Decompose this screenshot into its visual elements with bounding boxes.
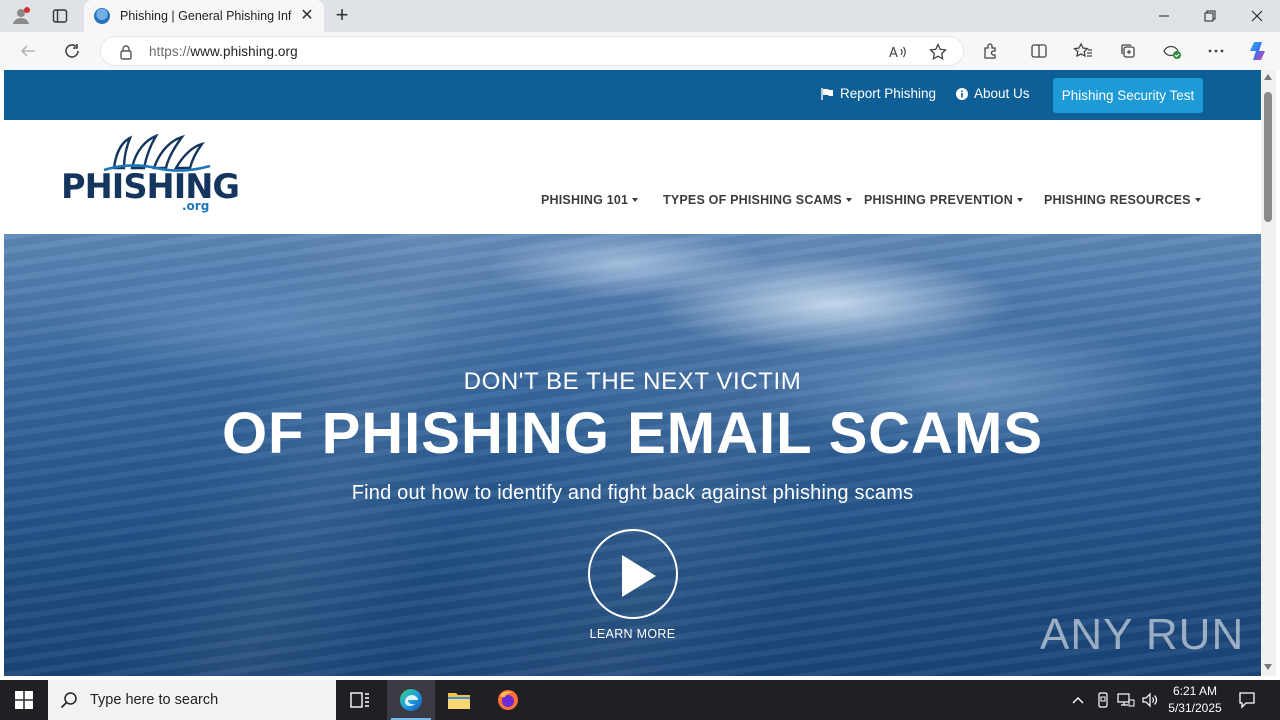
play-video-button[interactable]	[588, 529, 678, 619]
firefox-icon[interactable]	[484, 680, 532, 720]
address-bar[interactable]: https://www.phishing.org A	[100, 36, 964, 66]
anyrun-watermark-text: ANY RUN	[1040, 610, 1245, 659]
search-icon	[60, 692, 77, 709]
tray-device-icon[interactable]	[1093, 690, 1113, 710]
caret-down-icon	[632, 198, 639, 202]
favorite-star-icon[interactable]	[927, 42, 949, 62]
caret-down-icon	[1016, 198, 1023, 202]
utility-bar: Report Phishing About Us Phishing Securi…	[4, 70, 1261, 120]
hero-banner: DON'T BE THE NEXT VICTIM OF PHISHING EMA…	[4, 234, 1261, 676]
tab-actions-icon[interactable]	[47, 4, 73, 28]
task-view-icon[interactable]	[336, 680, 384, 720]
play-icon	[622, 555, 656, 597]
about-us-link[interactable]: About Us	[956, 86, 1030, 101]
windows-taskbar: Type here to search 6:21 AM 5/31/2025	[0, 680, 1280, 720]
settings-more-icon[interactable]	[1204, 40, 1228, 62]
page-scrollbar[interactable]	[1261, 70, 1276, 676]
close-window-icon[interactable]	[1234, 0, 1280, 32]
windows-start-icon[interactable]	[0, 680, 48, 720]
report-phishing-link[interactable]: Report Phishing	[821, 86, 936, 101]
hero-title: OF PHISHING EMAIL SCAMS	[221, 401, 1044, 466]
hero-kicker: DON'T BE THE NEXT VICTIM	[463, 368, 802, 395]
extensions-icon[interactable]	[979, 40, 1003, 62]
info-icon	[956, 87, 968, 100]
phishing-security-test-button[interactable]: Phishing Security Test	[1053, 78, 1203, 113]
scrollbar-thumb[interactable]	[1264, 92, 1272, 222]
tab-close-icon[interactable]: ✕	[298, 7, 316, 25]
anyrun-watermark: ANY RUN	[1040, 610, 1244, 660]
clock-time: 6:21 AM	[1172, 684, 1218, 698]
tab-title: Phishing | General Phishing Information	[120, 9, 292, 23]
caret-down-icon	[845, 198, 852, 202]
minimize-icon[interactable]	[1141, 0, 1187, 32]
clock-date: 5/31/2025	[1168, 701, 1222, 715]
tray-overflow-chevron-icon[interactable]	[1068, 690, 1088, 710]
menu-phishing-101[interactable]: PHISHING 101	[541, 193, 639, 207]
browser-essentials-icon[interactable]	[1160, 40, 1184, 62]
browser-tab-active[interactable]: Phishing | General Phishing Information …	[84, 0, 324, 32]
site-favicon-icon	[94, 8, 110, 24]
svg-text:A: A	[889, 46, 898, 61]
page-viewport: Report Phishing About Us Phishing Securi…	[4, 70, 1261, 676]
flag-icon	[821, 87, 833, 100]
notifications-icon[interactable]	[1237, 690, 1257, 710]
profile-icon[interactable]	[8, 4, 34, 28]
restore-icon[interactable]	[1187, 0, 1233, 32]
network-icon[interactable]	[1116, 690, 1136, 710]
site-header: PHISHING .org PHISHING 101 TYPES OF PHIS…	[4, 120, 1261, 234]
scroll-up-icon[interactable]	[1264, 74, 1272, 80]
back-arrow-icon[interactable]	[13, 37, 43, 65]
browser-tab-bar: Phishing | General Phishing Information …	[0, 0, 1280, 32]
read-aloud-icon[interactable]: A	[887, 42, 909, 62]
svg-text:.org: .org	[182, 199, 209, 213]
new-tab-icon[interactable]: +	[330, 4, 354, 28]
collections-icon[interactable]	[1116, 40, 1140, 62]
taskbar-search-box[interactable]: Type here to search	[48, 680, 336, 720]
refresh-icon[interactable]	[57, 37, 87, 65]
edge-taskbar-icon[interactable]	[387, 680, 435, 720]
menu-types-of-phishing-scams[interactable]: TYPES OF PHISHING SCAMS	[663, 193, 852, 207]
caret-down-icon	[1194, 198, 1201, 202]
menu-phishing-prevention[interactable]: PHISHING PREVENTION	[864, 193, 1023, 207]
phishing-org-logo[interactable]: PHISHING .org	[60, 133, 244, 214]
svg-text:PHISHING: PHISHING	[61, 167, 239, 207]
file-explorer-icon[interactable]	[435, 680, 483, 720]
volume-icon[interactable]	[1140, 690, 1160, 710]
menu-phishing-resources[interactable]: PHISHING RESOURCES	[1044, 193, 1201, 207]
taskbar-search-placeholder: Type here to search	[90, 692, 219, 708]
url-text[interactable]: https://www.phishing.org	[149, 44, 298, 59]
hero-subtitle: Find out how to identify and fight back …	[351, 482, 914, 504]
copilot-icon[interactable]	[1246, 40, 1270, 62]
browser-toolbar: https://www.phishing.org A	[0, 32, 1280, 70]
taskbar-clock[interactable]: 6:21 AM 5/31/2025	[1160, 683, 1230, 717]
lock-icon[interactable]	[119, 44, 133, 65]
favorites-icon[interactable]	[1071, 40, 1095, 62]
scroll-down-icon[interactable]	[1264, 664, 1272, 670]
split-screen-icon[interactable]	[1027, 40, 1051, 62]
